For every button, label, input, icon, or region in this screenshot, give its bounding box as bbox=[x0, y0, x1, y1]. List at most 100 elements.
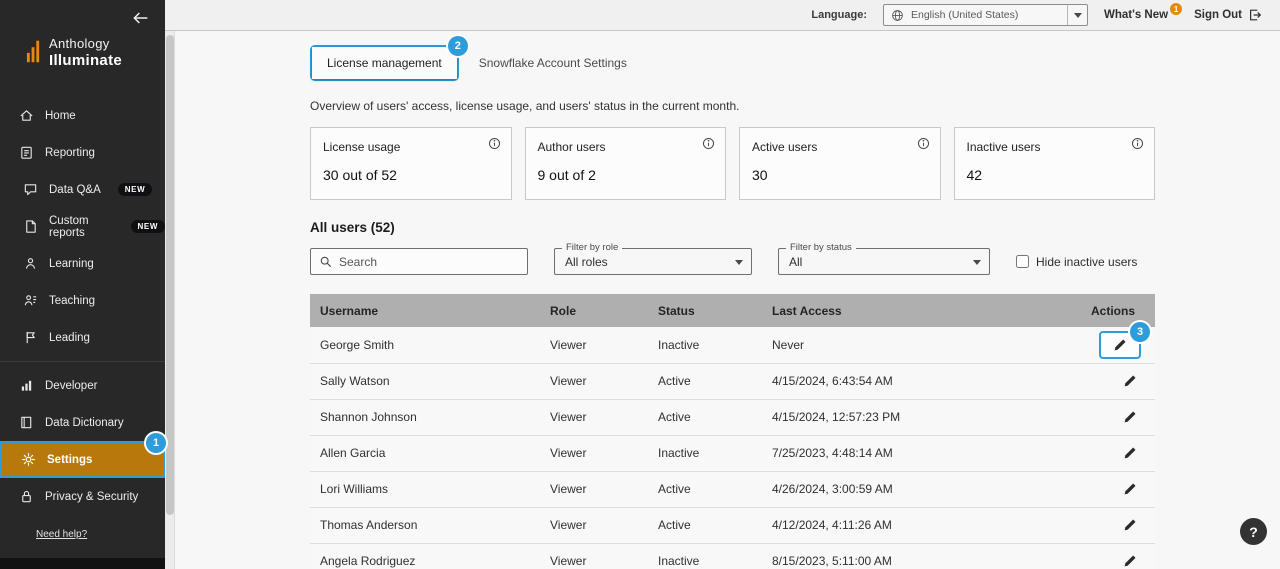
globe-icon bbox=[891, 9, 904, 22]
stat-card-inactive-users: Inactive users 42 bbox=[954, 127, 1156, 200]
cell-username: Shannon Johnson bbox=[310, 399, 540, 435]
cell-username: Thomas Anderson bbox=[310, 507, 540, 543]
book-icon bbox=[19, 415, 34, 430]
table-header-row: Username Role Status Last Access Actions bbox=[310, 294, 1155, 327]
sign-out-label: Sign Out bbox=[1194, 9, 1242, 21]
table-row: Allen Garcia Viewer Inactive 7/25/2023, … bbox=[310, 435, 1155, 471]
sign-out-button[interactable]: Sign Out bbox=[1194, 8, 1262, 22]
help-button[interactable]: ? bbox=[1240, 518, 1267, 545]
sidebar-item-custom-reports[interactable]: Custom reports NEW bbox=[0, 208, 165, 245]
chat-icon bbox=[23, 182, 38, 197]
edit-user-button[interactable] bbox=[1109, 336, 1131, 354]
bar-chart-icon bbox=[19, 378, 34, 393]
cell-last-access: 7/25/2023, 4:48:14 AM bbox=[762, 435, 1080, 471]
table-row: Sally Watson Viewer Active 4/15/2024, 6:… bbox=[310, 363, 1155, 399]
cell-role: Viewer bbox=[540, 363, 648, 399]
cell-username: George Smith bbox=[310, 327, 540, 363]
tab-snowflake-account-settings[interactable]: Snowflake Account Settings bbox=[479, 56, 627, 70]
cell-last-access: 4/15/2024, 12:57:23 PM bbox=[762, 399, 1080, 435]
edit-button-highlight: 3 bbox=[1099, 331, 1141, 359]
search-input[interactable] bbox=[339, 255, 519, 269]
hide-inactive-users-toggle[interactable]: Hide inactive users bbox=[1016, 255, 1137, 269]
filter-by-status-dropdown[interactable]: Filter by status All bbox=[778, 248, 990, 275]
cell-status: Active bbox=[648, 471, 762, 507]
home-icon bbox=[19, 108, 34, 123]
language-dropdown[interactable]: English (United States) bbox=[883, 4, 1088, 26]
stat-card-license-usage: License usage 30 out of 52 bbox=[310, 127, 512, 200]
topbar: Language: English (United States) What's… bbox=[165, 0, 1280, 31]
stat-value: 30 out of 52 bbox=[323, 167, 499, 183]
tab-license-management-highlight: License management 2 bbox=[310, 45, 459, 81]
page-scrollbar-track[interactable] bbox=[165, 31, 175, 569]
hide-inactive-users-checkbox[interactable] bbox=[1016, 255, 1029, 268]
notification-badge: 1 bbox=[1170, 3, 1182, 15]
sidebar-item-label: Home bbox=[45, 110, 76, 122]
sidebar-item-home[interactable]: Home bbox=[0, 97, 165, 134]
column-header-last-access: Last Access bbox=[762, 294, 1080, 327]
hide-inactive-users-label: Hide inactive users bbox=[1036, 255, 1137, 269]
chevron-down-icon bbox=[1074, 13, 1082, 18]
edit-user-button[interactable] bbox=[1119, 408, 1141, 426]
search-box[interactable] bbox=[310, 248, 528, 275]
cell-status: Active bbox=[648, 399, 762, 435]
whats-new-link[interactable]: What's New 1 bbox=[1104, 9, 1178, 21]
filter-by-role-dropdown[interactable]: Filter by role All roles bbox=[554, 248, 752, 275]
sidebar-item-learning[interactable]: Learning bbox=[0, 245, 165, 282]
edit-user-button[interactable] bbox=[1119, 372, 1141, 390]
sidebar-divider bbox=[0, 361, 165, 362]
sidebar-item-reporting[interactable]: Reporting bbox=[0, 134, 165, 171]
language-label: Language: bbox=[811, 9, 867, 21]
annotation-step-3: 3 bbox=[1130, 322, 1150, 342]
cell-status: Active bbox=[648, 507, 762, 543]
tab-license-management[interactable]: License management bbox=[312, 47, 457, 79]
sidebar-item-data-qa[interactable]: Data Q&A NEW bbox=[0, 171, 165, 208]
stat-label: License usage bbox=[323, 140, 499, 154]
sidebar-item-label: Privacy & Security bbox=[45, 491, 138, 503]
cell-last-access: 4/26/2024, 3:00:59 AM bbox=[762, 471, 1080, 507]
app-window: Anthology Illuminate Home Reporting Data… bbox=[0, 0, 1280, 569]
document-icon bbox=[23, 219, 38, 234]
sidebar-item-privacy-security[interactable]: Privacy & Security bbox=[0, 478, 165, 515]
filter-by-role-value: All roles bbox=[565, 255, 608, 269]
sidebar-item-data-dictionary[interactable]: Data Dictionary bbox=[0, 404, 165, 441]
brand-name-bottom: Illuminate bbox=[49, 52, 122, 71]
sidebar-item-label: Leading bbox=[49, 332, 90, 344]
sidebar: Anthology Illuminate Home Reporting Data… bbox=[0, 0, 165, 569]
sidebar-item-leading[interactable]: Leading bbox=[0, 319, 165, 356]
reporting-icon bbox=[19, 145, 34, 160]
edit-user-button[interactable] bbox=[1119, 444, 1141, 462]
need-help-link[interactable]: Need help? bbox=[36, 529, 87, 540]
table-row: Shannon Johnson Viewer Active 4/15/2024,… bbox=[310, 399, 1155, 435]
info-icon[interactable] bbox=[488, 137, 501, 150]
sidebar-item-label: Teaching bbox=[49, 295, 95, 307]
cell-role: Viewer bbox=[540, 543, 648, 569]
sidebar-item-settings[interactable]: Settings 1 bbox=[0, 441, 165, 478]
info-icon[interactable] bbox=[917, 137, 930, 150]
edit-user-button[interactable] bbox=[1119, 516, 1141, 534]
stat-card-author-users: Author users 9 out of 2 bbox=[525, 127, 727, 200]
gear-icon bbox=[21, 452, 36, 467]
column-header-username: Username bbox=[310, 294, 540, 327]
sidebar-item-label: Data Q&A bbox=[49, 184, 101, 196]
page-scrollbar-thumb[interactable] bbox=[166, 35, 174, 515]
users-table: Username Role Status Last Access Actions… bbox=[310, 294, 1155, 569]
sidebar-item-teaching[interactable]: Teaching bbox=[0, 282, 165, 319]
cell-last-access: 4/12/2024, 4:11:26 AM bbox=[762, 507, 1080, 543]
info-icon[interactable] bbox=[702, 137, 715, 150]
filters-row: Filter by role All roles Filter by statu… bbox=[310, 248, 1155, 275]
annotation-step-1: 1 bbox=[146, 433, 166, 453]
sidebar-item-label: Reporting bbox=[45, 147, 95, 159]
cell-username: Sally Watson bbox=[310, 363, 540, 399]
info-icon[interactable] bbox=[1131, 137, 1144, 150]
cell-status: Active bbox=[648, 363, 762, 399]
edit-user-button[interactable] bbox=[1119, 552, 1141, 569]
flag-icon bbox=[23, 330, 38, 345]
language-caret[interactable] bbox=[1067, 5, 1087, 25]
anthology-logo-icon bbox=[26, 36, 41, 66]
collapse-sidebar-arrow-icon[interactable] bbox=[131, 9, 149, 27]
cell-status: Inactive bbox=[648, 327, 762, 363]
teaching-icon bbox=[23, 293, 38, 308]
cell-status: Inactive bbox=[648, 543, 762, 569]
sidebar-item-developer[interactable]: Developer bbox=[0, 367, 165, 404]
edit-user-button[interactable] bbox=[1119, 480, 1141, 498]
